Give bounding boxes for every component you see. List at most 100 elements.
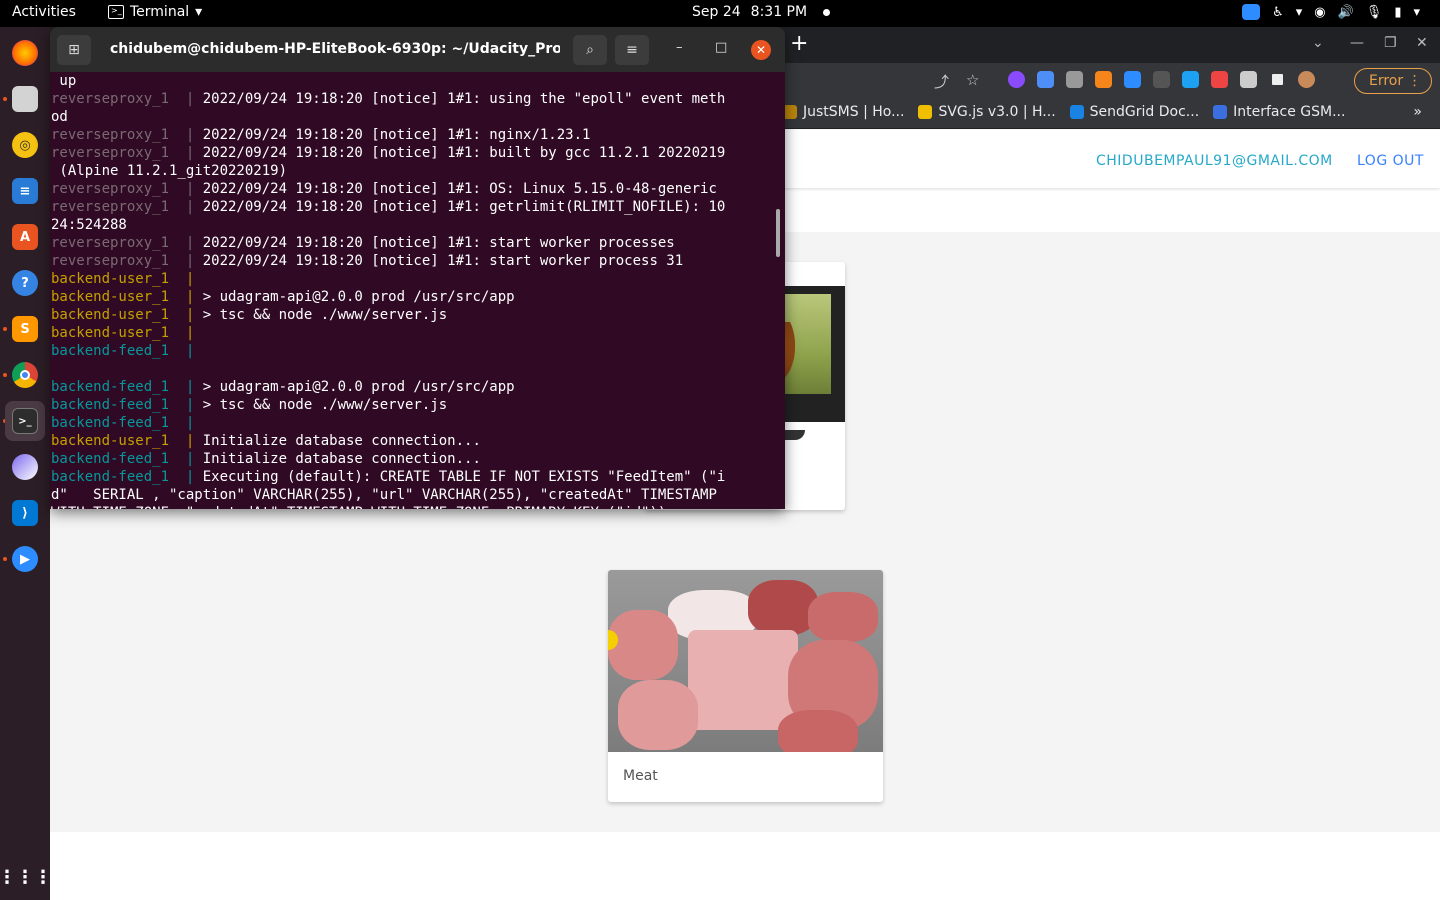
bookmark-favicon-icon (918, 105, 933, 119)
log-text: Initialize database connection... (202, 451, 481, 467)
terminal-title: chidubem@chidubem-HP-EliteBook-6930p: ~/… (110, 41, 560, 57)
battery-icon[interactable]: ▮ (1394, 5, 1401, 20)
system-tray[interactable]: ♿ ▾ ◉ 🔊 🎙 ▮ ▾ (1242, 4, 1420, 20)
extension-icon[interactable] (1037, 71, 1054, 88)
volume-icon[interactable]: 🔊 (1338, 5, 1354, 20)
new-tab-button[interactable]: ⊞ (57, 35, 91, 65)
terminal-line: WITH TIME ZONE, "updatedAt" TIMESTAMP WI… (51, 504, 778, 509)
sublime-icon: S (12, 316, 38, 342)
terminal-line: backend-feed_1 | Initialize database con… (51, 450, 778, 468)
service-prefix: reverseproxy_1 | (51, 91, 203, 107)
extension-icon[interactable] (1008, 71, 1025, 88)
terminal-output[interactable]: up reverseproxy_1 | 2022/09/24 19:18:20 [… (50, 72, 778, 509)
bookmark-item[interactable]: JustSMS | Ho... (783, 104, 904, 120)
wifi-icon[interactable]: ◉ (1314, 5, 1325, 20)
bookmark-label: Interface GSM... (1233, 104, 1346, 120)
bookmark-item[interactable]: Interface GSM... (1213, 104, 1345, 120)
service-prefix: backend-feed_1 | (51, 415, 203, 431)
bookmarks-row: JustSMS | Ho... SVG.js v3.0 | H... SendG… (783, 104, 1345, 120)
bookmark-item[interactable]: SendGrid Doc... (1069, 104, 1199, 120)
extension-icon[interactable] (1211, 71, 1228, 88)
more-bookmarks-button[interactable]: » (1413, 104, 1422, 120)
log-text: 2022/09/24 19:18:20 [notice] 1#1: start … (202, 253, 684, 269)
search-icon: ⌕ (586, 42, 594, 58)
log-text: (Alpine 11.2.1_git20220219) (51, 163, 288, 179)
accessibility-icon[interactable]: ♿ (1272, 5, 1284, 20)
hyper-icon (12, 454, 38, 480)
service-prefix: backend-user_1 | (51, 433, 203, 449)
terminal-scrollbar[interactable] (776, 209, 780, 257)
search-button[interactable]: ⌕ (573, 35, 607, 65)
help-icon: ? (12, 270, 38, 296)
hamburger-menu-icon: ≡ (626, 42, 638, 58)
bookmark-star-icon[interactable]: ☆ (966, 71, 979, 89)
log-text: WITH TIME ZONE, "updatedAt" TIMESTAMP WI… (51, 505, 675, 509)
chevron-down-icon: ▾ (1413, 4, 1420, 20)
log-text: 2022/09/24 19:18:20 [notice] 1#1: built … (202, 145, 726, 161)
terminal-line: up (51, 72, 778, 90)
dock-rhythmbox[interactable]: ◎ (5, 125, 45, 165)
dock-software[interactable]: A (5, 217, 45, 257)
new-tab-icon[interactable]: + (790, 31, 808, 56)
dock-sublime[interactable]: S (5, 309, 45, 349)
chevron-down-icon: ▾ (1295, 4, 1303, 20)
dock-hyper[interactable] (5, 447, 45, 487)
terminal-line: reverseproxy_1 | 2022/09/24 19:18:20 [no… (51, 144, 778, 162)
chrome-icon (12, 362, 38, 388)
dock-vscode[interactable]: ⟩ (5, 493, 45, 533)
new-tab-icon: ⊞ (68, 42, 80, 58)
zoom-tray-icon[interactable] (1242, 4, 1261, 20)
extension-icon[interactable] (1153, 71, 1170, 88)
clock[interactable]: Sep 24 8:31 PM (692, 4, 831, 20)
profile-error-button[interactable]: Error ⋮ (1354, 68, 1432, 94)
show-applications-button[interactable]: ⋮⋮⋮ (0, 857, 52, 897)
close-icon: ✕ (755, 43, 767, 57)
maximize-icon[interactable]: □ (715, 40, 727, 55)
extension-icon[interactable] (1182, 71, 1199, 88)
profile-avatar[interactable] (1298, 71, 1315, 88)
microphone-icon[interactable]: 🎙 (1366, 5, 1383, 20)
camera-extension-icon[interactable] (1066, 71, 1083, 88)
side-panel-icon[interactable] (1269, 71, 1286, 88)
close-icon[interactable]: ✕ (1416, 35, 1428, 51)
feed-card[interactable]: Meat (608, 570, 883, 802)
service-prefix: backend-feed_1 | (51, 469, 203, 485)
activities-button[interactable]: Activities (12, 4, 76, 20)
tab-search-chevron-icon[interactable]: ⌄ (1312, 35, 1324, 51)
service-prefix: reverseproxy_1 | (51, 127, 203, 143)
bookmark-item[interactable]: SVG.js v3.0 | H... (918, 104, 1056, 120)
log-text: od (51, 109, 68, 125)
chevron-down-icon: ▾ (195, 4, 203, 20)
dock-firefox[interactable] (5, 33, 45, 73)
terminal-line: backend-user_1 | > tsc && node ./www/ser… (51, 306, 778, 324)
minimize-icon[interactable]: — (1350, 35, 1364, 51)
metamask-icon[interactable] (1095, 71, 1112, 88)
dock-files[interactable] (5, 79, 45, 119)
puzzle-icon[interactable] (1240, 71, 1257, 88)
terminal-line: reverseproxy_1 | 2022/09/24 19:18:20 [no… (51, 180, 778, 198)
dock-terminal[interactable]: >_ (5, 401, 45, 441)
dock-help[interactable]: ? (5, 263, 45, 303)
page-footer (50, 832, 1440, 900)
user-email-link[interactable]: CHIDUBEMPAUL91@GMAIL.COM (1096, 153, 1333, 169)
terminal-line: backend-feed_1 | > udagram-api@2.0.0 pro… (51, 378, 778, 396)
dock-writer[interactable]: ≡ (5, 171, 45, 211)
dock-chrome[interactable] (5, 355, 45, 395)
app-menu[interactable]: >_ Terminal ▾ (108, 4, 202, 20)
terminal-line: backend-user_1 | (51, 270, 778, 288)
share-icon[interactable]: ⤴ (934, 71, 949, 92)
log-text: > udagram-api@2.0.0 prod /usr/src/app (202, 379, 515, 395)
feed-caption: Meat (623, 768, 658, 784)
log-text: 2022/09/24 19:18:20 [notice] 1#1: start … (202, 235, 675, 251)
log-text: 2022/09/24 19:18:20 [notice] 1#1: getrli… (202, 199, 726, 215)
restore-icon[interactable]: ❐ (1384, 35, 1397, 51)
close-button[interactable]: ✕ (751, 40, 771, 60)
log-text: Executing (default): CREATE TABLE IF NOT… (202, 469, 726, 485)
terminal-line: backend-user_1 | > udagram-api@2.0.0 pro… (51, 288, 778, 306)
logout-button[interactable]: LOG OUT (1357, 153, 1424, 169)
dock-zoom[interactable]: ▶ (5, 539, 45, 579)
terminal-line: d" SERIAL , "caption" VARCHAR(255), "url… (51, 486, 778, 504)
zoom-extension-icon[interactable] (1124, 71, 1141, 88)
menu-button[interactable]: ≡ (615, 35, 649, 65)
minimize-icon[interactable]: – (676, 40, 683, 55)
